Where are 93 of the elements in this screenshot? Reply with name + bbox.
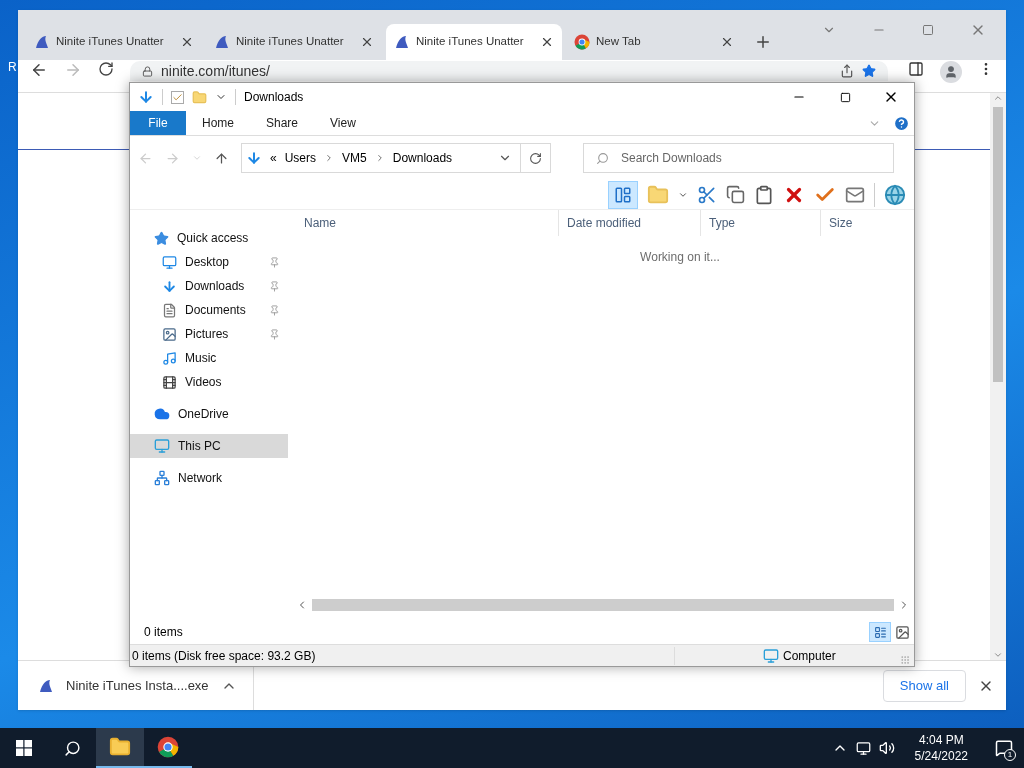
close-icon[interactable] xyxy=(540,35,554,49)
preview-pane-button[interactable] xyxy=(608,180,638,209)
status-location: Computer xyxy=(783,647,836,665)
ribbon-tab[interactable]: Share xyxy=(250,111,315,135)
nav-item[interactable]: This PC xyxy=(130,434,288,458)
column-header[interactable]: Name xyxy=(296,210,558,236)
bird-icon xyxy=(34,34,50,50)
reload-icon[interactable] xyxy=(98,61,114,77)
ribbon-tab[interactable]: View xyxy=(314,111,372,135)
address-field[interactable]: « Users VM5 Downloads xyxy=(241,143,551,173)
folder-icon xyxy=(109,736,131,758)
bird-icon xyxy=(38,677,54,694)
nav-item[interactable]: Music xyxy=(130,346,288,370)
help-icon[interactable] xyxy=(893,114,910,132)
up-icon[interactable] xyxy=(214,150,229,166)
side-panel-icon[interactable] xyxy=(908,61,924,77)
bookmark-star-icon[interactable] xyxy=(862,64,876,78)
nav-item[interactable]: OneDrive xyxy=(130,402,288,426)
close-icon[interactable] xyxy=(180,35,194,49)
maximize-icon[interactable] xyxy=(839,91,851,103)
preview-pane-icon xyxy=(614,185,632,204)
download-icon xyxy=(246,150,262,166)
desktop-icon-label: R xyxy=(8,59,17,76)
nav-item[interactable]: Pictures xyxy=(130,322,288,346)
nav-item[interactable]: Videos xyxy=(130,370,288,394)
chrome-icon xyxy=(574,34,590,50)
network-icon[interactable] xyxy=(855,740,871,756)
browser-tab[interactable]: New Tab xyxy=(566,24,742,60)
item-count: 0 items xyxy=(144,624,184,641)
document-icon xyxy=(162,302,177,318)
picture-icon xyxy=(162,326,177,342)
person-icon xyxy=(944,65,958,79)
profile-avatar[interactable] xyxy=(940,61,962,83)
lock-icon xyxy=(142,65,153,77)
resize-grip-icon[interactable] xyxy=(900,654,910,665)
ribbon-tab[interactable]: Home xyxy=(186,111,250,135)
browser-tab[interactable]: Ninite iTunes Unatter xyxy=(26,24,202,60)
volume-icon[interactable] xyxy=(878,740,895,756)
ribbon-tab[interactable]: File xyxy=(130,111,186,135)
film-icon xyxy=(162,374,177,390)
chrome-icon xyxy=(157,736,179,758)
bird-icon xyxy=(394,34,410,50)
cut-icon[interactable] xyxy=(697,184,717,205)
thumbnail-view-icon[interactable] xyxy=(895,624,910,640)
refresh-icon[interactable] xyxy=(529,151,542,165)
loading-message: Working on it... xyxy=(640,249,720,264)
show-all-button[interactable]: Show all xyxy=(882,669,966,702)
windows-logo-icon xyxy=(16,740,32,756)
clock[interactable]: 4:04 PM 5/24/2022 xyxy=(906,732,976,764)
nav-item[interactable]: Documents xyxy=(130,298,288,322)
column-header[interactable]: Date modified xyxy=(558,210,700,236)
network-icon xyxy=(154,470,170,486)
notification-icon xyxy=(995,739,1013,757)
bird-icon xyxy=(214,34,230,50)
status-text: 0 items (Disk free space: 93.2 GB) xyxy=(130,646,675,665)
browser-tab[interactable]: Ninite iTunes Unatter xyxy=(386,24,562,60)
notification-button[interactable]: 1 xyxy=(984,728,1024,768)
nav-item[interactable]: Desktop xyxy=(130,250,288,274)
nav-item[interactable]: Quick access xyxy=(130,226,288,250)
search-icon[interactable] xyxy=(63,739,81,757)
breadcrumb[interactable]: Downloads xyxy=(392,149,453,167)
details-view-button[interactable] xyxy=(869,622,891,642)
column-header[interactable]: Type xyxy=(700,210,820,236)
breadcrumb[interactable]: Users xyxy=(284,149,317,167)
window-title: Downloads xyxy=(244,89,305,106)
download-icon xyxy=(138,89,154,105)
copy-icon[interactable] xyxy=(726,185,745,204)
breadcrumb[interactable]: VM5 xyxy=(342,149,367,167)
address-bar[interactable]: ninite.com/itunes/ xyxy=(130,61,888,81)
download-file-name[interactable]: Ninite iTunes Insta....exe xyxy=(66,675,209,696)
notification-count: 1 xyxy=(1004,749,1016,761)
nav-item[interactable]: Network xyxy=(130,466,288,490)
close-icon[interactable] xyxy=(720,35,734,49)
computer-icon xyxy=(154,438,170,454)
star-icon xyxy=(154,230,169,246)
computer-icon xyxy=(763,647,779,664)
path-overflow[interactable]: « xyxy=(270,149,277,167)
column-header[interactable]: Size xyxy=(820,210,896,236)
share-icon[interactable] xyxy=(840,64,854,78)
cloud-icon xyxy=(154,406,170,422)
new-tab-icon[interactable] xyxy=(754,33,772,51)
search-field[interactable]: Search Downloads xyxy=(583,143,894,173)
music-icon xyxy=(162,350,177,366)
details-view-icon xyxy=(873,625,887,639)
download-icon xyxy=(162,278,177,294)
browser-tab[interactable]: Ninite iTunes Unatter xyxy=(206,24,382,60)
back-icon[interactable] xyxy=(30,61,48,79)
paste-icon[interactable] xyxy=(754,184,774,205)
desktop-icon xyxy=(162,254,177,270)
taskbar-app[interactable] xyxy=(96,728,144,768)
search-icon xyxy=(596,151,609,165)
nav-item[interactable]: Downloads xyxy=(130,274,288,298)
close-icon[interactable] xyxy=(360,35,374,49)
